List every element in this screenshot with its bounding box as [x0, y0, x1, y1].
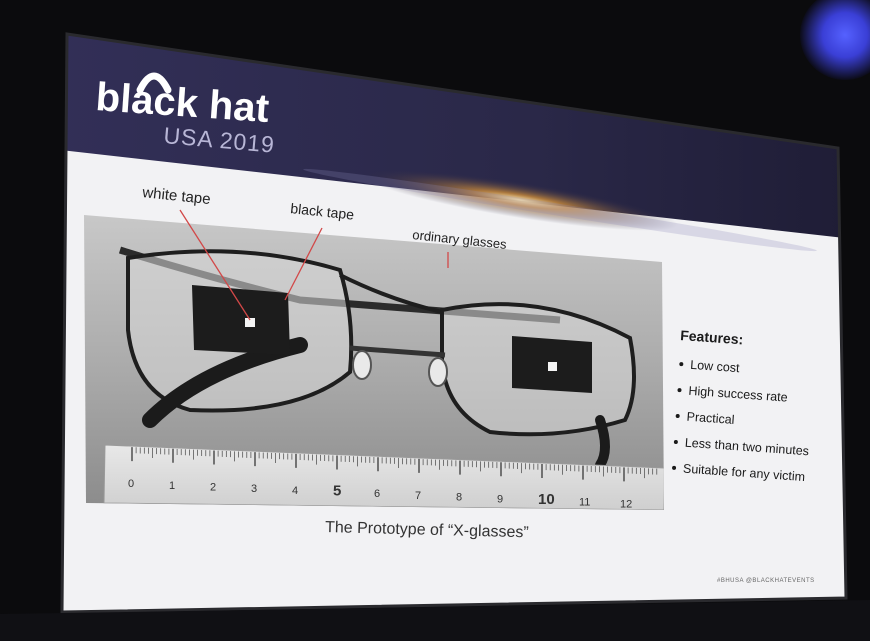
ruler-number: 5 [333, 483, 341, 500]
black-tape-left [192, 285, 290, 355]
ruler-number: 3 [251, 483, 257, 495]
ruler-number: 8 [456, 492, 462, 504]
ruler-number: 10 [538, 491, 555, 508]
white-tape-right [548, 362, 557, 371]
ruler-number: 0 [128, 478, 134, 490]
ruler-number: 7 [415, 490, 421, 502]
presentation-scene: black hat USA 2019 0 1 2 3 4 5 6 7 8 9 1… [0, 32, 870, 641]
ruler-number: 9 [497, 493, 503, 505]
ruler-number: 6 [374, 488, 380, 500]
ruler-number: 1 [169, 480, 175, 492]
ruler-number: 2 [210, 481, 216, 493]
slide: black hat USA 2019 0 1 2 3 4 5 6 7 8 9 1… [62, 34, 846, 612]
footer-social-tags: #BHUSA @BLACKHATEVENTS [717, 578, 815, 584]
ruler-number: 4 [292, 485, 298, 497]
ruler-number: 12 [620, 498, 632, 510]
ruler-number: 11 [579, 497, 590, 509]
